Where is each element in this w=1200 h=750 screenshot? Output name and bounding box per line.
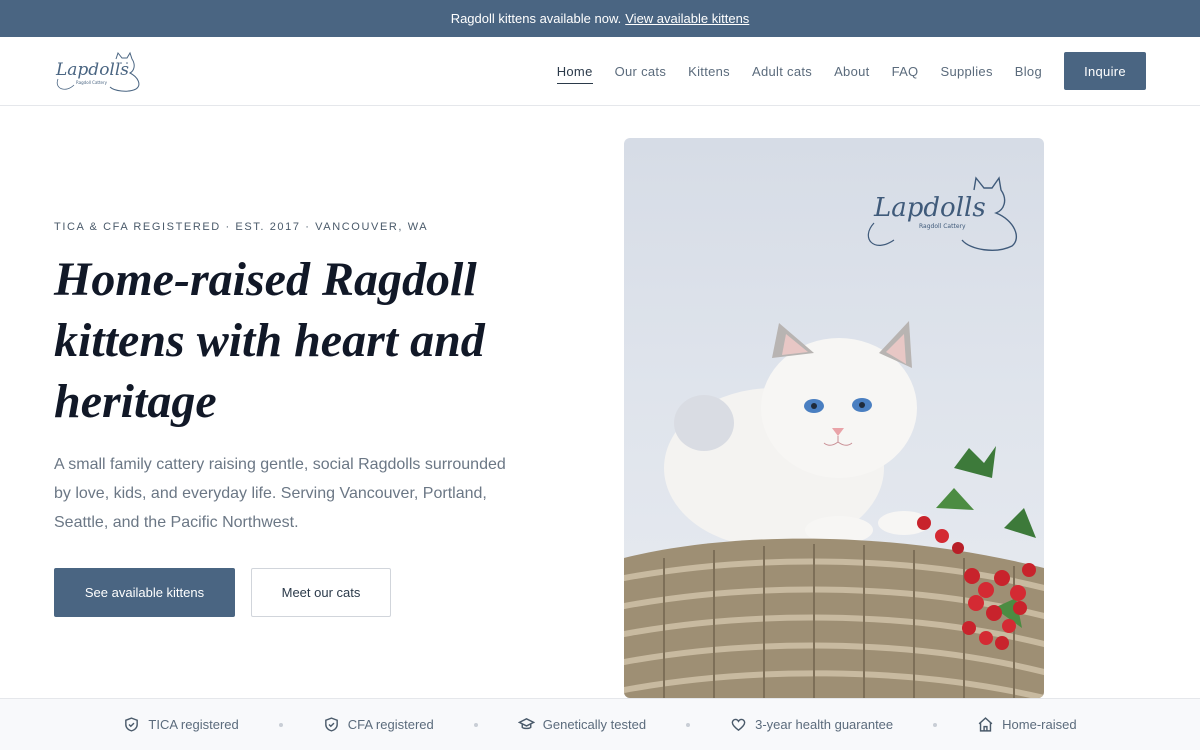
brand-logo[interactable]: Lapdolls Ragdoll Cattery	[52, 49, 144, 95]
inquire-button[interactable]: Inquire	[1064, 52, 1146, 90]
hero-subtext: A small family cattery raising gentle, s…	[54, 456, 506, 531]
graduation-cap-icon	[517, 718, 535, 730]
trust-item-genetic: Genetically tested	[517, 716, 647, 733]
nav-home[interactable]: Home	[556, 60, 593, 84]
house-icon	[978, 717, 993, 732]
photo-watermark-logo: Lapdolls Ragdoll Cattery	[867, 176, 1017, 251]
site-header: Lapdolls Ragdoll Cattery Home Our cats K…	[0, 37, 1200, 106]
trust-item-home: Home-raised	[977, 716, 1077, 733]
announcement-bar: Ragdoll kittens available now. View avai…	[0, 0, 1200, 37]
trust-item-cfa: CFA registered	[323, 716, 434, 733]
trust-bar: TICA registered CFA registered Genetical…	[0, 698, 1200, 750]
trust-item-tica: TICA registered	[123, 716, 239, 733]
trust-label: Genetically tested	[542, 717, 647, 732]
view-kittens-link[interactable]: View available kittens	[625, 11, 749, 26]
hero-kitten-photo: Lapdolls Ragdoll Cattery	[624, 138, 1044, 698]
svg-text:Ragdoll Cattery: Ragdoll Cattery	[919, 223, 966, 230]
separator-dot	[278, 722, 283, 727]
meet-our-cats-button[interactable]: Meet our cats	[251, 568, 391, 617]
nav-our-cats[interactable]: Our cats	[615, 60, 667, 83]
separator-dot	[473, 722, 478, 727]
trust-label: 3-year health guarantee	[755, 717, 894, 732]
svg-text:Lapdolls: Lapdolls	[873, 193, 986, 223]
separator-dot	[686, 722, 691, 727]
nav-blog[interactable]: Blog	[1015, 60, 1042, 83]
shield-check-icon	[125, 717, 139, 732]
trust-item-health: 3-year health guarantee	[730, 716, 893, 733]
see-available-kittens-button[interactable]: See available kittens	[54, 568, 235, 617]
heart-icon	[731, 718, 746, 732]
main-nav: Home Our cats Kittens Adult cats About F…	[556, 37, 1042, 106]
separator-dot	[933, 722, 938, 727]
trust-label: Home-raised	[1002, 717, 1077, 732]
hero-headline: Home-raised Ragdoll kittens with heart a…	[54, 253, 485, 428]
hero-eyebrow: TICA & CFA REGISTERED · EST. 2017 · VANC…	[54, 221, 429, 233]
nav-about[interactable]: About	[834, 60, 869, 83]
trust-label: CFA registered	[347, 717, 434, 732]
nav-kittens[interactable]: Kittens	[688, 60, 730, 83]
nav-faq[interactable]: FAQ	[892, 60, 919, 83]
nav-supplies[interactable]: Supplies	[940, 60, 992, 83]
svg-text:Ragdoll Cattery: Ragdoll Cattery	[76, 80, 108, 85]
shield-check-icon	[324, 717, 338, 732]
nav-adult-cats[interactable]: Adult cats	[752, 60, 812, 83]
svg-text:Lapdolls: Lapdolls	[55, 60, 129, 80]
announcement-text: Ragdoll kittens available now.	[450, 11, 622, 26]
trust-label: TICA registered	[148, 717, 239, 732]
